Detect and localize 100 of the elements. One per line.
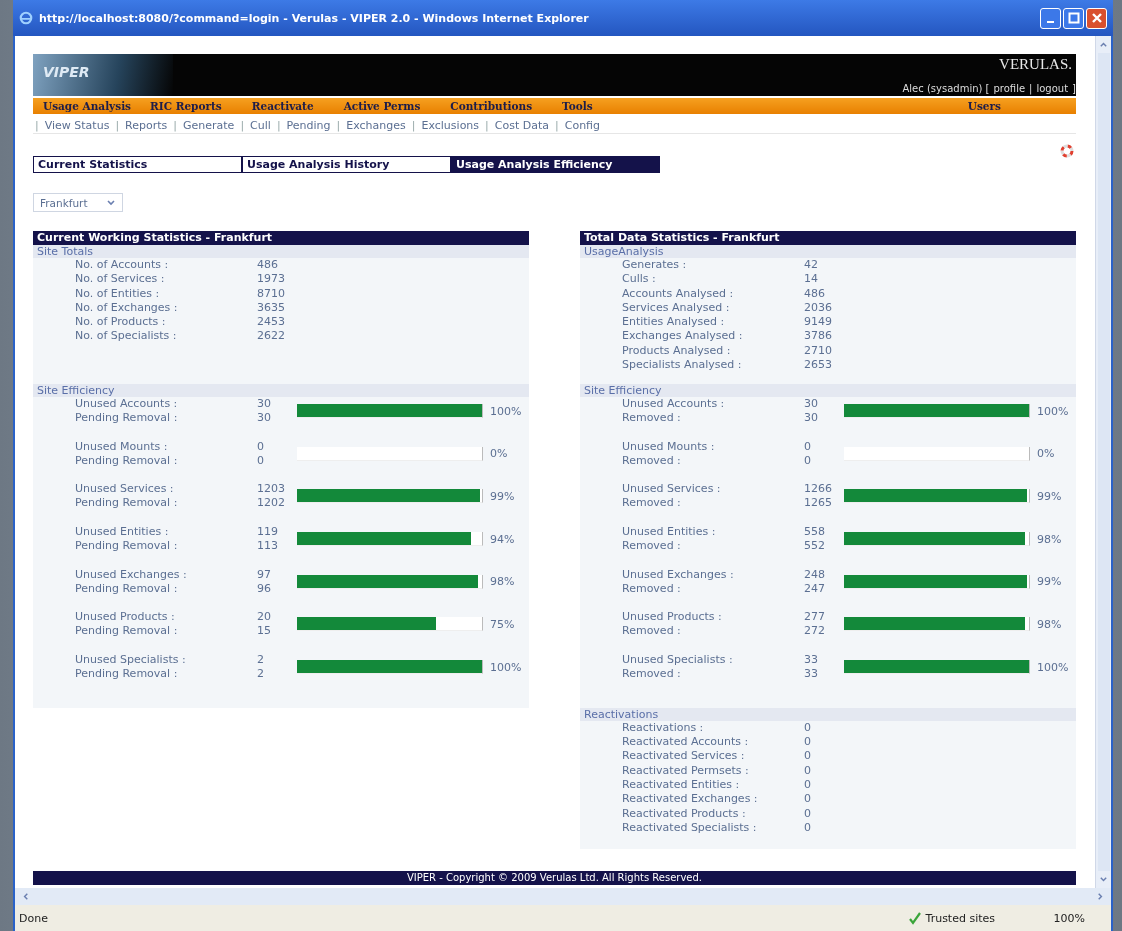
menu-item[interactable]: Users (967, 100, 1001, 112)
site-dropdown[interactable]: Frankfurt (33, 193, 123, 212)
panel-title: Current Working Statistics - Frankfurt (33, 231, 529, 245)
stat-value: 1265 (804, 496, 833, 511)
stat-value: 2453 (257, 315, 286, 330)
stat-value: 272 (804, 624, 826, 639)
stat-value: 2 (257, 653, 265, 668)
stat-value: 20 (257, 610, 272, 625)
minimize-button[interactable] (1040, 7, 1061, 29)
submenu-link[interactable]: Pending (286, 118, 331, 132)
header-link[interactable]: profile (993, 83, 1026, 94)
close-button[interactable] (1086, 7, 1107, 29)
lifebuoy-icon[interactable] (1060, 144, 1074, 158)
stat-value: 1973 (257, 272, 286, 287)
stat-label: Removed : (621, 581, 682, 596)
stat-label: Services Analysed : (621, 300, 731, 316)
stat-label: Unused Accounts : (621, 397, 726, 411)
menu-item[interactable]: Contributions (450, 100, 533, 112)
zoom-button[interactable]: 100% (1047, 910, 1091, 926)
stat-label: Unused Products : (621, 610, 723, 625)
stat-label: Unused Entities : (74, 525, 170, 540)
stat-label: Removed : (621, 411, 682, 425)
separator: | (485, 118, 489, 132)
menu-item[interactable]: Tools (562, 100, 593, 112)
stat-value: 2710 (804, 343, 833, 359)
stat-value: 2036 (804, 300, 833, 316)
stat-value: 9149 (804, 315, 833, 330)
tab[interactable]: Current Statistics (33, 156, 242, 173)
stat-label: Pending Removal : (74, 539, 179, 554)
stat-label: No. of Exchanges : (74, 300, 179, 316)
separator: | (555, 118, 559, 132)
stat-value: 552 (804, 539, 826, 554)
stat-value: 30 (257, 411, 272, 425)
percent-label: 100% (1037, 404, 1069, 418)
separator: | (411, 118, 416, 132)
stat-value: 33 (804, 653, 819, 668)
stat-value: 42 (804, 258, 819, 273)
stat-value: 0 (804, 763, 812, 778)
submenu-link[interactable]: Generate (183, 118, 235, 132)
stat-label: Reactivated Exchanges : (621, 792, 759, 807)
submenu-link[interactable]: Cull (250, 118, 271, 132)
stat-value: 30 (257, 397, 272, 411)
menu-item[interactable]: Active Perms (343, 100, 421, 112)
tab[interactable]: Usage Analysis History (242, 156, 451, 173)
horizontal-scrollbar[interactable] (15, 888, 1111, 905)
menu-item[interactable]: RIC Reports (150, 100, 222, 112)
stat-value: 1203 (257, 482, 286, 497)
percent-label: 0% (1037, 447, 1055, 461)
scroll-left-icon[interactable] (21, 892, 30, 901)
panel-title: Total Data Statistics - Frankfurt (580, 231, 1076, 245)
stat-value: 113 (257, 539, 279, 554)
stat-label: Generates : (621, 258, 688, 273)
stat-value: 247 (804, 581, 826, 596)
maximize-button[interactable] (1063, 7, 1084, 29)
stat-label: Unused Products : (74, 610, 176, 625)
submenu-link[interactable]: Config (564, 118, 600, 132)
stat-label: Pending Removal : (74, 453, 179, 468)
stat-value: 96 (257, 581, 272, 596)
stat-label: Removed : (621, 496, 682, 511)
menu-item[interactable]: Usage Analysis (43, 100, 132, 112)
submenu-link[interactable]: Exchanges (346, 118, 406, 132)
header-link[interactable]: logout (1036, 83, 1069, 94)
percent-label: 75% (490, 617, 515, 631)
submenu-link[interactable]: Reports (125, 118, 168, 132)
stat-value: 0 (804, 820, 812, 836)
scroll-down-icon[interactable] (1099, 875, 1108, 884)
percent-label: 99% (1037, 489, 1062, 503)
stat-value: 0 (804, 453, 812, 468)
separator: | (35, 118, 39, 132)
stat-value: 14 (804, 272, 819, 287)
scroll-right-icon[interactable] (1096, 892, 1105, 901)
stat-value: 2 (257, 667, 265, 682)
stat-value: 0 (804, 792, 812, 807)
stat-label: Unused Exchanges : (74, 567, 188, 582)
scroll-up-icon[interactable] (1099, 40, 1108, 49)
menu-item[interactable]: Reactivate (251, 100, 314, 112)
user-name: Alec (sysadmin) [ (902, 83, 990, 94)
section-heading: Site Efficiency (580, 384, 1076, 397)
tab[interactable]: Usage Analysis Efficiency (451, 156, 660, 173)
footer-text: VIPER - Copyright © 2009 Verulas Ltd. All Rights Reserved. (33, 871, 1076, 885)
vertical-scrollbar[interactable] (1095, 36, 1111, 888)
stat-label: Accounts Analysed : (621, 286, 735, 301)
stat-value: 1202 (257, 496, 286, 511)
stat-value: 486 (257, 258, 279, 273)
submenu-link[interactable]: View Status (44, 118, 110, 132)
minimize-icon (1047, 20, 1054, 23)
stat-label: Removed : (621, 667, 682, 682)
percent-label: 98% (490, 575, 515, 589)
stat-value: 277 (804, 610, 826, 625)
stat-label: No. of Accounts : (74, 258, 170, 273)
stat-value: 486 (804, 286, 826, 301)
stat-label: Reactivated Entities : (621, 778, 741, 793)
security-zone: Trusted sites (925, 911, 996, 925)
submenu-link[interactable]: Exclusions (421, 118, 480, 132)
stat-value: 30 (804, 397, 819, 411)
stat-label: Unused Mounts : (621, 439, 716, 454)
submenu-link[interactable]: Cost Data (494, 118, 549, 132)
stat-value: 2653 (804, 358, 833, 373)
status-text: Done (19, 911, 49, 925)
stat-label: Removed : (621, 539, 682, 554)
